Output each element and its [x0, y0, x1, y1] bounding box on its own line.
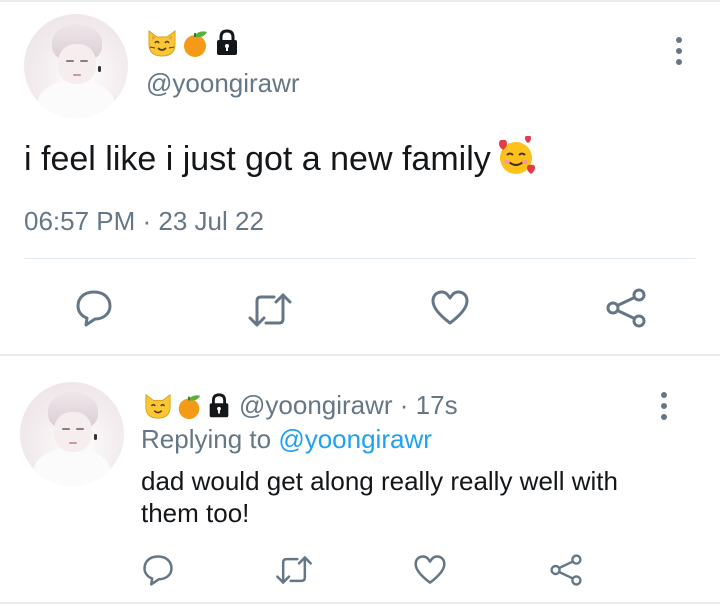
lock-icon [209, 392, 229, 417]
name-emojis [146, 28, 242, 58]
share-icon[interactable] [604, 286, 648, 330]
replying-to-prefix: Replying to [141, 424, 279, 454]
avatar[interactable] [24, 14, 128, 118]
reply-reply-icon[interactable] [138, 550, 178, 590]
tangerine-icon [178, 394, 201, 419]
section-divider [0, 354, 720, 356]
reply-like-icon[interactable] [410, 550, 450, 590]
tweet-text-body: i feel like i just got a new family [24, 140, 491, 178]
tweet-text: i feel like i just got a new family [24, 135, 537, 179]
reply-name-emojis [143, 392, 233, 420]
reply-header: @yoongirawr · 17s [143, 390, 458, 421]
reply-options-menu-icon[interactable] [659, 392, 669, 420]
user-handle[interactable]: @yoongirawr [146, 68, 300, 99]
retweet-icon[interactable] [246, 288, 294, 332]
tweet-options-menu-icon[interactable] [674, 37, 684, 65]
reply-age: 17s [415, 390, 458, 420]
top-border [0, 0, 720, 2]
header-separator: · [392, 390, 416, 420]
reply-handle[interactable]: @yoongirawr [239, 390, 393, 421]
lock-icon [217, 29, 237, 55]
cat-face-icon [148, 30, 176, 57]
like-icon[interactable] [428, 286, 472, 330]
reply-text: dad would get along really really well w… [141, 466, 618, 528]
replying-to-line: Replying to @yoongirawr [141, 424, 432, 455]
cat-face-icon [145, 393, 171, 419]
bottom-divider [0, 602, 720, 604]
replying-to-mention[interactable]: @yoongirawr [278, 424, 432, 454]
reply-retweet-icon[interactable] [272, 550, 316, 590]
divider [24, 258, 696, 259]
tweet-timestamp: 06:57 PM · 23 Jul 22 [24, 206, 264, 236]
reply-icon[interactable] [72, 286, 116, 330]
reply-share-icon[interactable] [546, 550, 586, 590]
smiling-face-with-hearts-icon [498, 135, 535, 174]
reply-avatar[interactable] [20, 382, 124, 486]
tangerine-icon [184, 31, 207, 57]
